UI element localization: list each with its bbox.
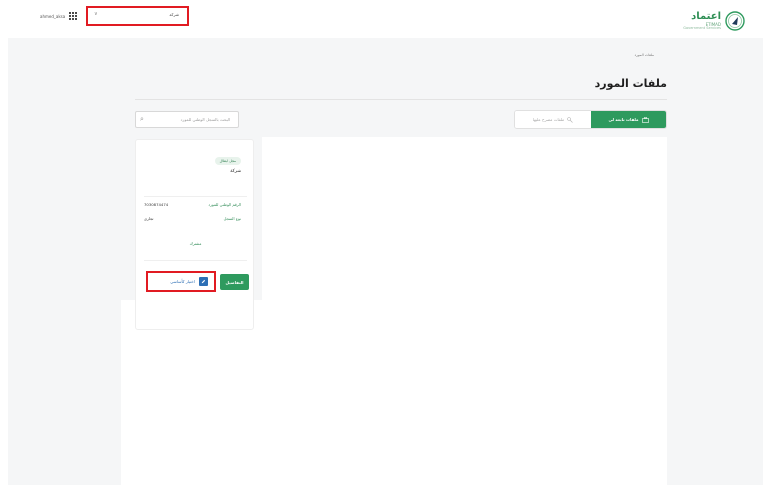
etimad-emblem-icon [725, 11, 745, 31]
record-type-label: نوع السجل [223, 216, 241, 221]
supplier-name: شركة [230, 169, 241, 174]
top-header: اعتماد ETIMAD Government Services ahmed_… [0, 0, 763, 38]
tab-authorized-files-label: ملفات مصرح عليها [532, 117, 565, 122]
logo-arabic: اعتماد [691, 10, 721, 22]
file-type-badge: مجل ابطال [214, 157, 241, 165]
set-primary-label: اختيار كأساسي [170, 279, 195, 284]
apps-grid-icon[interactable] [69, 12, 78, 20]
organization-select-value: شركة [169, 12, 179, 17]
card-divider [144, 196, 247, 197]
set-primary-button[interactable]: اختيار كأساسي [146, 271, 216, 292]
pencil-icon [199, 277, 208, 286]
briefcase-icon [641, 116, 649, 123]
national-id-value: 7030874474 [144, 202, 169, 207]
etimad-logo[interactable]: اعتماد ETIMAD Government Services [683, 8, 745, 34]
files-content-area [262, 137, 667, 485]
card-divider [144, 260, 247, 261]
search-icon: ⌕ [140, 115, 144, 123]
page-area: ملفات المورد ملفات المورد ⌕ البحث بالسجل… [8, 38, 763, 485]
key-icon [567, 116, 573, 123]
details-button[interactable]: التفاصيل [220, 274, 249, 290]
record-type-value: تجاري [144, 216, 154, 221]
tab-authorized-files[interactable]: ملفات مصرح عليها [515, 111, 591, 128]
logo-subtitle: Government Services [683, 25, 721, 30]
supplier-file-card: مجل ابطال شركة الرقم الوطني للمورد 70308… [135, 139, 254, 330]
chevron-down-icon: ∨ [94, 11, 98, 17]
title-divider [135, 99, 667, 100]
breadcrumb[interactable]: ملفات المورد [635, 53, 654, 57]
search-placeholder: البحث بالسجل الوطني للمورد [180, 117, 230, 122]
organization-select[interactable]: ∨ شركة [86, 6, 189, 26]
shared-status: مشترك [189, 241, 202, 246]
page-title: ملفات المورد [594, 77, 667, 90]
tab-my-files-label: ملفات تابعة لي [608, 117, 639, 122]
logo-text: اعتماد ETIMAD Government Services [683, 10, 721, 31]
national-id-label: الرقم الوطني للمورد [208, 202, 241, 207]
user-apps-area: ahmed_aksa [40, 12, 78, 20]
files-filter-tabs: ملفات مصرح عليها ملفات تابعة لي [514, 110, 667, 129]
search-input[interactable]: ⌕ البحث بالسجل الوطني للمورد [135, 111, 239, 128]
tab-my-files[interactable]: ملفات تابعة لي [591, 111, 666, 128]
user-name[interactable]: ahmed_aksa [40, 14, 65, 19]
